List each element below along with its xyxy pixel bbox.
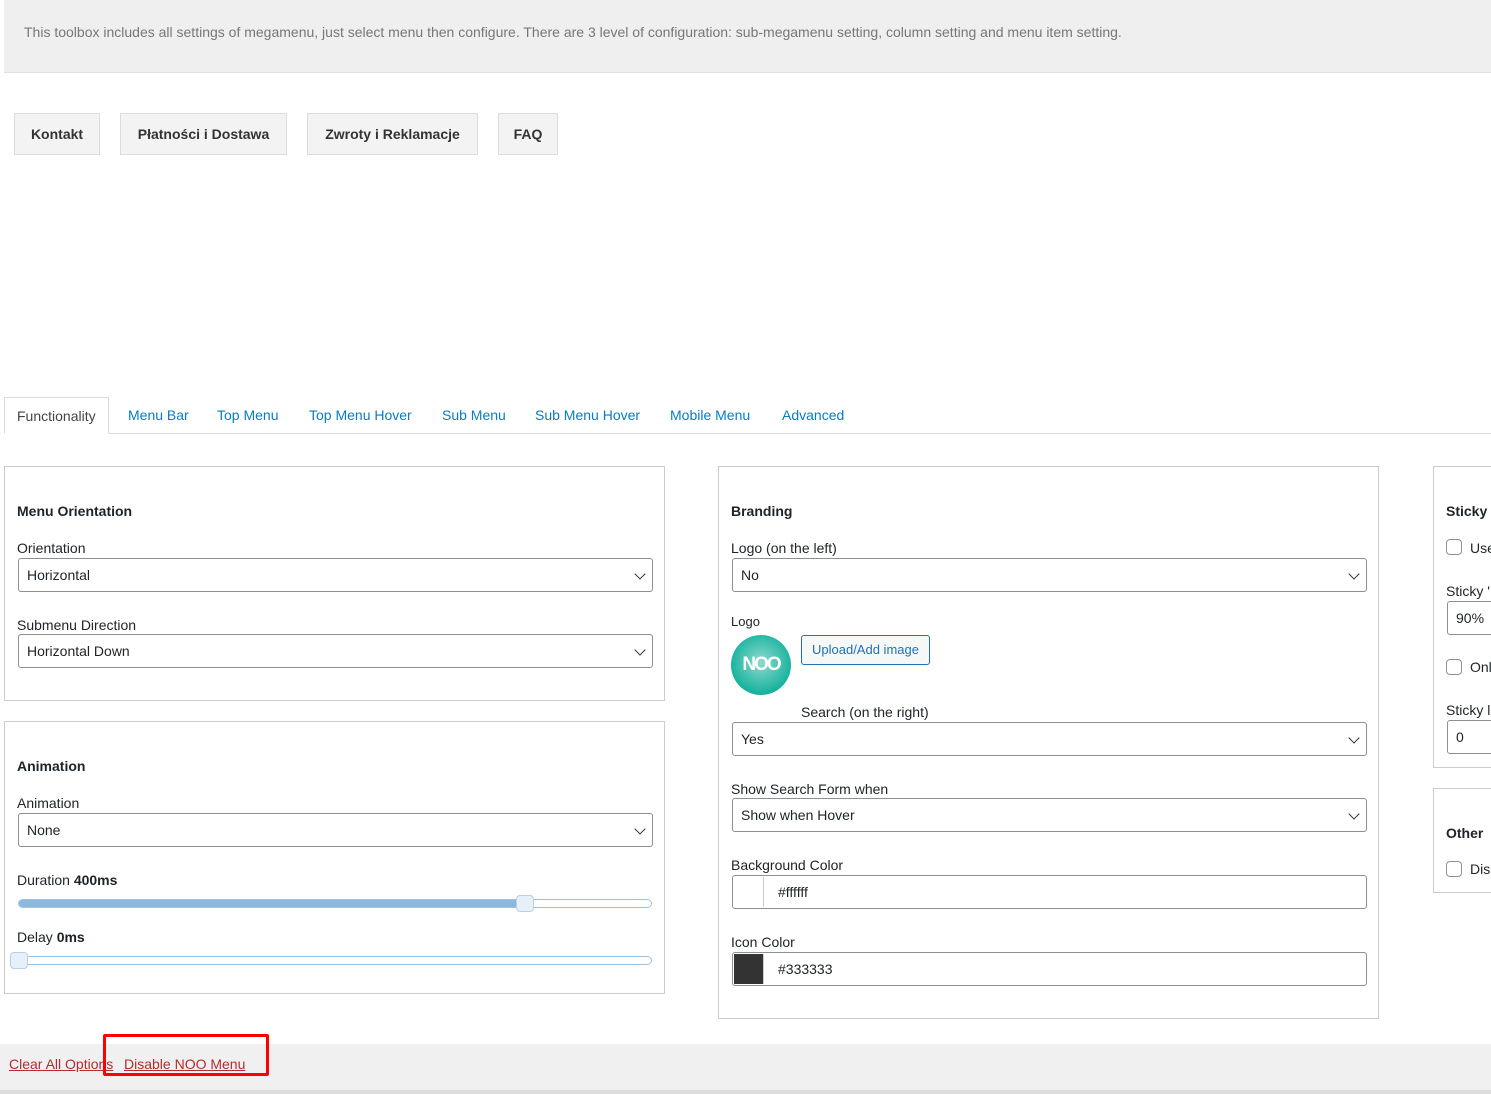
highlight-box (103, 1034, 269, 1076)
bg-color-swatch[interactable] (734, 877, 764, 907)
delay-value: 0ms (56, 929, 85, 945)
show-search-select[interactable]: Show when Hover (732, 798, 1367, 832)
logo-select[interactable]: No (732, 558, 1367, 592)
animation-select[interactable]: None (18, 813, 653, 847)
animation-value: None (27, 822, 61, 838)
logo-text: NOO (742, 654, 781, 675)
menu-item-faq[interactable]: FAQ (498, 113, 558, 155)
tab-advanced[interactable]: Advanced (782, 397, 844, 434)
sticky-w-value: 90% (1456, 610, 1485, 626)
duration-value: 400ms (73, 872, 118, 888)
animation-panel (4, 721, 665, 994)
sticky-l-label: Sticky l (1446, 702, 1491, 718)
icon-color-input[interactable]: #333333 (732, 952, 1367, 986)
other-dis-label: Dis (1470, 861, 1491, 877)
duration-label-text: Duration (17, 872, 70, 888)
clear-all-options-link[interactable]: Clear All Options (9, 1056, 113, 1072)
show-search-label: Show Search Form when (731, 781, 889, 797)
duration-fill (19, 900, 525, 907)
duration-slider[interactable] (18, 895, 652, 912)
sticky-w-input[interactable]: 90% (1447, 601, 1491, 635)
delay-label-text: Delay (17, 929, 53, 945)
search-label: Search (on the right) (801, 704, 929, 720)
direction-select[interactable]: Horizontal Down (18, 634, 653, 668)
sticky-use-label: Use (1470, 540, 1491, 556)
direction-value: Horizontal Down (27, 643, 130, 659)
tab-top-menu[interactable]: Top Menu (217, 397, 278, 434)
sticky-title: Sticky (1446, 503, 1488, 519)
branding-title: Branding (731, 503, 793, 519)
animation-title: Animation (17, 758, 86, 774)
duration-label: Duration 400ms (17, 872, 117, 888)
tab-sub-menu[interactable]: Sub Menu (442, 397, 506, 434)
direction-label: Submenu Direction (17, 617, 137, 633)
other-dis-checkbox[interactable] (1446, 861, 1462, 877)
upload-image-button[interactable]: Upload/Add image (801, 635, 930, 665)
notice-box: This toolbox includes all settings of me… (4, 0, 1491, 73)
orientation-value: Horizontal (27, 567, 91, 583)
orientation-label: Orientation (17, 540, 86, 556)
icon-color-value: #333333 (778, 961, 833, 977)
tab-sub-menu-hover[interactable]: Sub Menu Hover (535, 397, 640, 434)
orientation-title: Menu Orientation (17, 503, 133, 519)
chevron-down-icon (634, 823, 646, 835)
tab-mobile-menu[interactable]: Mobile Menu (670, 397, 750, 434)
icon-color-swatch[interactable] (734, 954, 764, 984)
other-title: Other (1446, 825, 1484, 841)
chevron-down-icon (634, 644, 646, 656)
sticky-l-input[interactable]: 0 (1447, 720, 1491, 754)
sticky-only-label: Onl (1470, 659, 1491, 675)
tab-functionality[interactable]: Functionality (4, 397, 109, 434)
bg-color-label: Background Color (731, 857, 844, 873)
chevron-down-icon (1348, 568, 1360, 580)
show-search-value: Show when Hover (741, 807, 855, 823)
delay-handle[interactable] (10, 952, 28, 969)
chevron-down-icon (634, 568, 646, 580)
menu-item-kontakt[interactable]: Kontakt (14, 113, 100, 155)
animation-label: Animation (17, 795, 80, 811)
delay-slider[interactable] (10, 952, 652, 969)
menu-item-platnosci[interactable]: Płatności i Dostawa (120, 113, 287, 155)
search-select[interactable]: Yes (732, 722, 1367, 756)
tab-menu-bar[interactable]: Menu Bar (128, 397, 189, 434)
menu-item-zwroty[interactable]: Zwroty i Reklamacje (307, 113, 478, 155)
settings-tabs: Functionality Menu Bar Top Menu Top Menu… (4, 397, 1491, 434)
bg-color-input[interactable]: #ffffff (732, 875, 1367, 909)
orientation-select[interactable]: Horizontal (18, 558, 653, 592)
notice-text: This toolbox includes all settings of me… (24, 24, 1122, 40)
logo-label: Logo (731, 614, 760, 629)
sticky-w-label: Sticky ' (1446, 583, 1490, 599)
chevron-down-icon (1348, 732, 1360, 744)
search-value: Yes (741, 731, 764, 747)
sticky-l-value: 0 (1456, 729, 1464, 745)
tab-top-menu-hover[interactable]: Top Menu Hover (309, 397, 412, 434)
sticky-only-checkbox[interactable] (1446, 659, 1462, 675)
logo-select-label: Logo (on the left) (731, 540, 837, 556)
delay-label: Delay 0ms (17, 929, 85, 945)
duration-handle[interactable] (515, 895, 534, 912)
noo-logo: NOO (731, 635, 791, 695)
bg-color-value: #ffffff (778, 884, 808, 900)
icon-color-label: Icon Color (731, 934, 795, 950)
sticky-use-checkbox[interactable] (1446, 539, 1462, 555)
logo-value: No (741, 567, 759, 583)
chevron-down-icon (1348, 808, 1360, 820)
